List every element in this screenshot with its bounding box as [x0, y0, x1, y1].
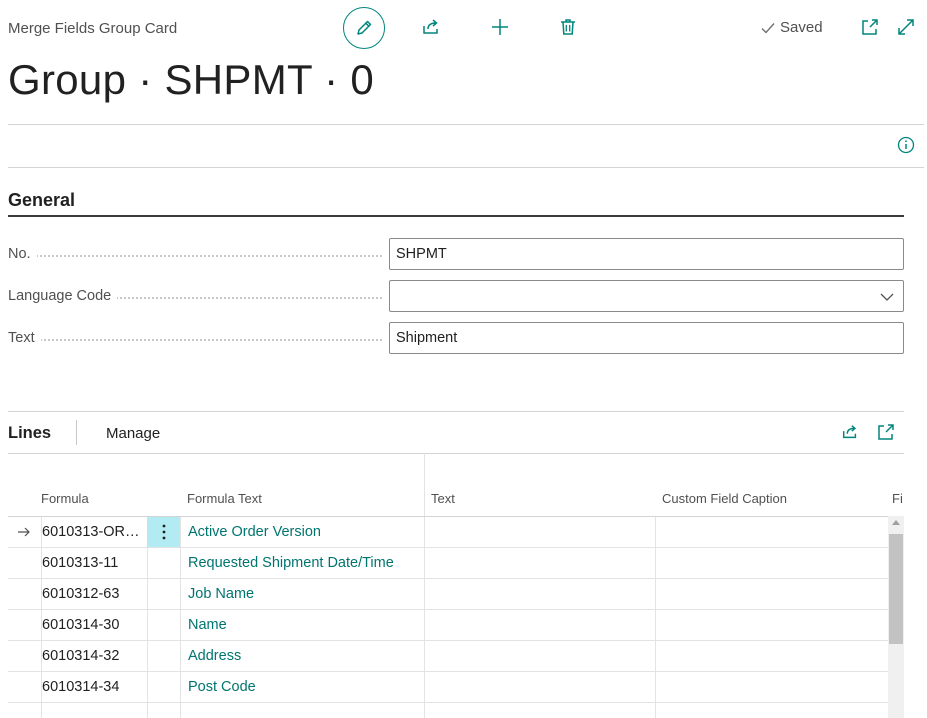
- top-bar: Merge Fields Group Card Saved: [0, 0, 927, 56]
- checkmark-icon: [761, 22, 775, 34]
- lines-popout-button[interactable]: [875, 421, 897, 443]
- field-dots: [8, 255, 382, 257]
- pencil-icon: [357, 20, 372, 35]
- table-row[interactable]: 6010314-32 Address: [8, 641, 888, 672]
- vertical-scrollbar[interactable]: [888, 516, 904, 718]
- info-icon: [897, 136, 915, 154]
- page-title: Group · SHPMT · 0: [8, 56, 375, 103]
- formula-cell[interactable]: 6010313-11: [42, 548, 146, 578]
- expand-button[interactable]: [895, 16, 917, 38]
- formula-text-link[interactable]: Name: [188, 610, 424, 640]
- column-header-text[interactable]: Text: [431, 491, 455, 506]
- formula-cell[interactable]: 6010314-30: [42, 610, 146, 640]
- column-header-custom-field-caption[interactable]: Custom Field Caption: [662, 491, 787, 506]
- field-row-language-code: Language Code: [8, 280, 904, 312]
- share-icon: [423, 19, 438, 34]
- language-code-select[interactable]: [389, 280, 904, 312]
- table-row[interactable]: 6010313-OR… Active Order Version: [8, 517, 888, 548]
- field-row-text: Text Shipment: [8, 322, 904, 354]
- formula-text-link[interactable]: Post Code: [188, 672, 424, 702]
- formula-cell[interactable]: 6010314-32: [42, 641, 146, 671]
- field-label-language-code: Language Code: [8, 288, 118, 304]
- vertical-ellipsis-icon: [162, 524, 165, 540]
- field-label-text: Text: [8, 330, 41, 346]
- text-input[interactable]: Shipment: [389, 322, 904, 354]
- trash-icon: [561, 19, 575, 35]
- column-header-formula-text[interactable]: Formula Text: [187, 491, 262, 506]
- formula-cell[interactable]: 6010312-63: [42, 579, 146, 609]
- saved-status: Saved: [760, 19, 823, 36]
- lines-top-divider: [8, 411, 904, 412]
- chevron-down-icon: [880, 293, 894, 301]
- manage-tab[interactable]: Manage: [106, 425, 160, 442]
- share-icon: [842, 425, 857, 439]
- general-section-title[interactable]: General: [8, 190, 75, 211]
- table-row[interactable]: [8, 703, 888, 718]
- current-row-indicator: [8, 517, 40, 547]
- info-button[interactable]: [895, 134, 917, 156]
- field-row-no: No. SHPMT: [8, 238, 904, 270]
- page-caption: Merge Fields Group Card: [8, 20, 178, 37]
- column-header-truncated[interactable]: Fi: [892, 491, 927, 506]
- formula-cell[interactable]: 6010314-34: [42, 672, 146, 702]
- formula-text-link[interactable]: Address: [188, 641, 424, 671]
- field-label-no: No.: [8, 246, 37, 262]
- lines-separator: [76, 420, 77, 445]
- plus-icon: [492, 19, 508, 35]
- new-button[interactable]: [488, 15, 512, 39]
- edit-button[interactable]: [343, 7, 385, 49]
- lines-grid: 6010313-OR… Active Order Version 6010313…: [8, 516, 888, 718]
- table-row[interactable]: 6010312-63 Job Name: [8, 579, 888, 610]
- table-row[interactable]: 6010314-30 Name: [8, 610, 888, 641]
- expand-icon: [898, 19, 914, 35]
- formula-text-link[interactable]: Requested Shipment Date/Time: [188, 548, 424, 578]
- lines-divider: [8, 453, 904, 454]
- general-section-rule: [8, 215, 904, 217]
- factbox-divider: [8, 167, 924, 168]
- saved-label: Saved: [780, 19, 823, 36]
- column-header-formula[interactable]: Formula: [41, 491, 89, 506]
- scroll-thumb[interactable]: [889, 534, 903, 644]
- delete-button[interactable]: [556, 15, 580, 39]
- title-divider: [8, 124, 924, 125]
- arrow-right-icon: [18, 527, 30, 537]
- no-input[interactable]: SHPMT: [389, 238, 904, 270]
- lines-title[interactable]: Lines: [8, 424, 51, 443]
- field-dots: [8, 339, 382, 341]
- open-in-new-window-button[interactable]: [859, 16, 881, 38]
- row-menu-button[interactable]: [147, 517, 180, 547]
- lines-share-button[interactable]: [839, 421, 861, 443]
- scroll-up-arrow[interactable]: [892, 520, 900, 525]
- column-separator: [424, 453, 425, 516]
- table-row[interactable]: 6010314-34 Post Code: [8, 672, 888, 703]
- share-button[interactable]: [419, 15, 443, 39]
- formula-cell[interactable]: 6010313-OR…: [42, 517, 146, 547]
- formula-text-link[interactable]: Job Name: [188, 579, 424, 609]
- popout-icon: [878, 424, 894, 440]
- table-row[interactable]: 6010313-11 Requested Shipment Date/Time: [8, 548, 888, 579]
- formula-text-link[interactable]: Active Order Version: [188, 517, 424, 547]
- popout-icon: [862, 19, 878, 35]
